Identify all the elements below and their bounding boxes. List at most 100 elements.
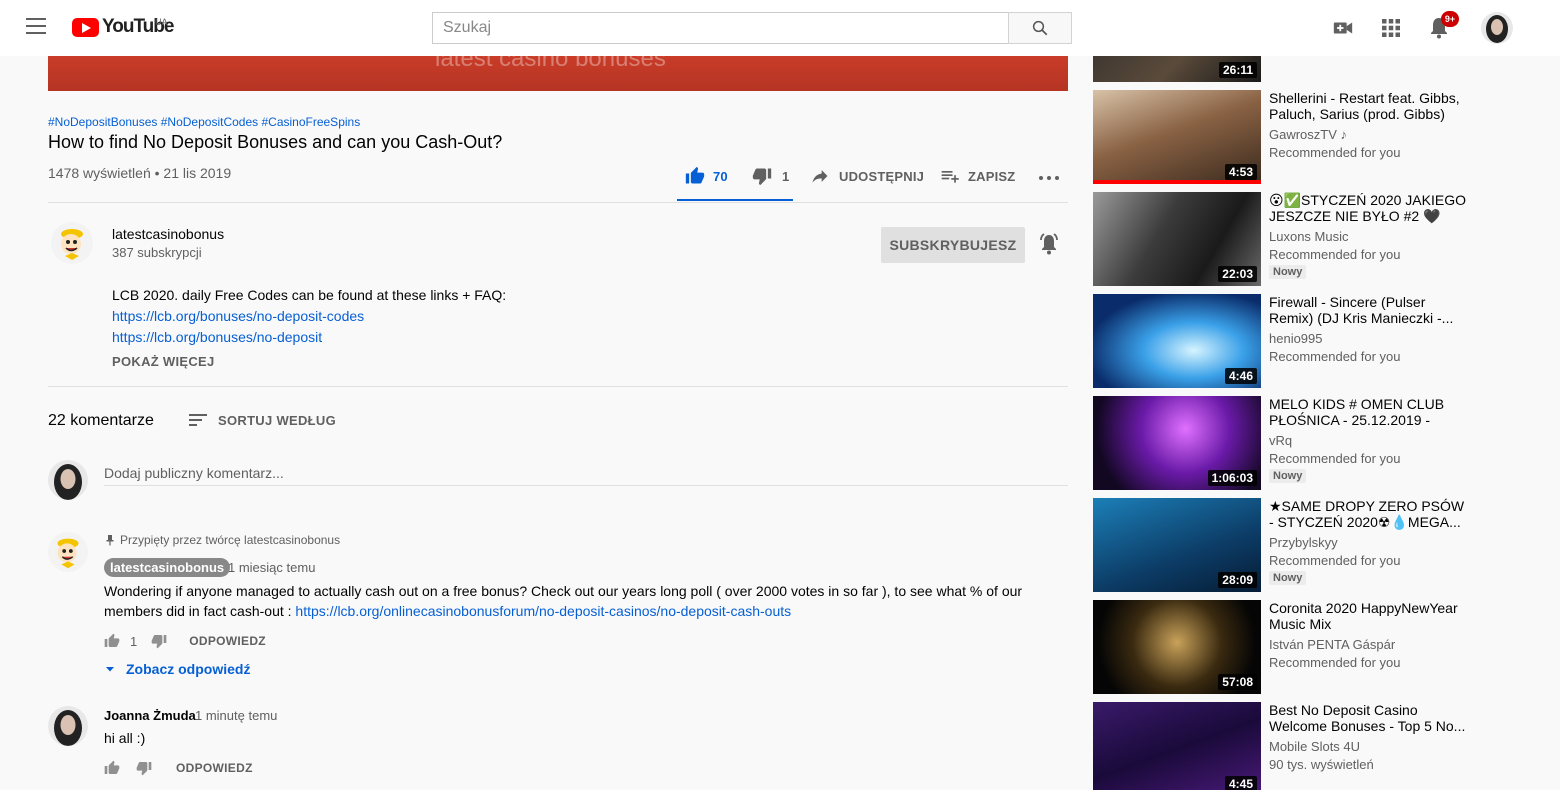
comment-actions: 1 ODPOWIEDZ [104,633,266,649]
comment-text-line: members did in fact cash-out : [104,603,296,619]
comment-avatar[interactable] [48,706,88,746]
share-label: UDOSTĘPNIJ [839,168,925,184]
apps-button[interactable] [1379,16,1403,40]
video-title: ★SAME DROPY ZERO PSÓW - STYCZEŃ 2020☢💧ME… [1269,498,1465,530]
like-count: 70 [713,168,728,184]
comment-author-chip[interactable]: latestcasinobonus [104,558,231,577]
thumbs-down-icon [151,635,167,649]
comment-avatar[interactable] [48,532,88,572]
account-avatar[interactable] [1481,12,1513,44]
video-thumbnail: 22:03 [1093,192,1261,286]
search-icon [1032,20,1048,36]
video-meta: Recommended for you [1269,247,1401,262]
video-duration: 57:08 [1218,674,1257,690]
video-duration: 22:03 [1218,266,1257,282]
recommended-video[interactable]: 22:03 😮✅STYCZEŃ 2020 JAKIEGO JESZCZE NIE… [1093,192,1523,286]
more-actions-button[interactable] [1038,170,1060,186]
comment-dislike-button[interactable] [136,760,152,776]
dislike-button[interactable]: 1 [752,166,789,186]
bell-ringing-icon [1040,233,1058,255]
video-meta: 90 tys. wyświetleń [1269,757,1374,772]
pinned-text: Przypięty przez twórcę latestcasinobonus [120,533,341,547]
menu-icon[interactable] [26,18,46,34]
search-input[interactable] [432,12,1008,44]
save-button[interactable]: ZAPISZ [940,166,1015,186]
subscriber-count: 387 subskrypcji [112,245,202,260]
video-duration: 4:46 [1224,368,1257,384]
channel-name[interactable]: latestcasinobonus [112,226,224,242]
video-thumbnail: 4:46 [1093,294,1261,388]
video-thumbnail: 1:06:03 [1093,396,1261,490]
divider [48,202,1068,203]
divider [48,386,1068,387]
recommended-video[interactable]: 1:06:03 MELO KIDS # OMEN CLUB PŁOŚNICA -… [1093,396,1523,490]
search-button[interactable] [1008,12,1072,44]
channel-notification-button[interactable] [1037,232,1061,256]
video-title: Shellerini - Restart feat. Gibbs, Paluch… [1269,90,1460,122]
sort-comments-button[interactable]: SORTUJ WEDŁUG [188,412,336,428]
hashtag-link[interactable]: #NoDepositCodes [161,115,258,129]
pin-icon [106,535,114,546]
channel-name: vRq [1269,433,1293,448]
view-replies-button[interactable]: Zobacz odpowiedź [104,661,250,677]
reply-button[interactable]: ODPOWIEDZ [189,634,266,648]
description-link[interactable]: https://lcb.org/bonuses/no-deposit-codes [112,306,506,327]
reply-button[interactable]: ODPOWIEDZ [176,761,253,775]
video-duration: 4:53 [1224,164,1257,180]
video-title: 😮✅STYCZEŃ 2020 JAKIEGO JESZCZE NIE BYŁO … [1269,192,1466,224]
recommended-video[interactable]: 57:08 Coronita 2020 HappyNewYear Music M… [1093,600,1523,694]
new-badge: Nowy [1269,571,1307,585]
comment-time[interactable]: 1 minutę temu [195,708,277,723]
thumbs-down-icon [136,762,152,776]
video-duration: 28:09 [1218,572,1257,588]
recommended-video[interactable]: 4:45 Best No Deposit Casino Welcome Bonu… [1093,702,1523,790]
comment-author[interactable]: Joanna Żmuda [104,708,196,723]
comment-like-count: 1 [130,633,138,649]
video-duration: 26:11 [1218,62,1257,78]
show-more-button[interactable]: POKAŻ WIĘCEJ [112,354,215,369]
channel-avatar[interactable] [51,222,93,264]
youtube-play-icon [72,17,99,37]
like-button[interactable]: 70 [685,166,728,186]
video-player[interactable]: latest casino bonuses [48,56,1068,91]
video-thumbnail: 4:45 [1093,702,1261,790]
recommended-video[interactable]: 4:53 Shellerini - Restart feat. Gibbs, P… [1093,90,1523,184]
new-badge: Nowy [1269,469,1307,483]
country-code: UA [155,17,168,27]
apps-grid-icon [1382,19,1400,37]
video-thumbnail: 4:53 [1093,90,1261,184]
add-comment-input[interactable] [104,460,1068,486]
video-meta: Recommended for you [1269,655,1401,670]
recommended-video[interactable]: 4:46 Firewall - Sincere (Pulser Remix) (… [1093,294,1523,388]
video-title: Firewall - Sincere (Pulser Remix) (DJ Kr… [1269,294,1454,326]
comment-like-button[interactable] [104,633,120,649]
dislike-count: 1 [782,168,790,184]
share-arrow-icon [812,170,828,183]
hashtags: #NoDepositBonuses #NoDepositCodes #Casin… [48,115,360,129]
comment-text: hi all :) [104,730,146,746]
like-ratio-bar [677,199,793,201]
comment-like-button[interactable] [104,760,120,776]
channel-name: Mobile Slots 4U [1269,739,1361,754]
thumbs-up-icon [104,633,120,647]
video-meta: Recommended for you [1269,451,1401,466]
share-button[interactable]: UDOSTĘPNIJ [810,166,924,186]
comment-dislike-button[interactable] [151,633,167,649]
channel-name: Przybylskyy [1269,535,1338,550]
description-link[interactable]: https://lcb.org/bonuses/no-deposit [112,327,506,348]
video-meta: Recommended for you [1269,349,1401,364]
video-meta: Recommended for you [1269,553,1401,568]
pinned-label: Przypięty przez twórcę latestcasinobonus [104,533,340,547]
comment-link[interactable]: https://lcb.org/onlinecasinobonusforum/n… [295,603,791,619]
top-bar: YouTube UA 9+ [0,0,1560,56]
video-duration: 1:06:03 [1207,470,1257,486]
subscribe-button[interactable]: SUBSKRYBUJESZ [881,227,1025,263]
hashtag-link[interactable]: #NoDepositBonuses [48,115,157,129]
comment-time[interactable]: 1 miesiąc temu [228,560,315,575]
comment-text: Wondering if anyone managed to actually … [104,581,1064,621]
thumbs-down-icon [752,168,772,186]
hashtag-link[interactable]: #CasinoFreeSpins [261,115,360,129]
video-watermark: latest casino bonuses [435,56,666,72]
recommended-video[interactable]: 28:09 ★SAME DROPY ZERO PSÓW - STYCZEŃ 20… [1093,498,1523,592]
create-video-button[interactable] [1331,16,1355,40]
